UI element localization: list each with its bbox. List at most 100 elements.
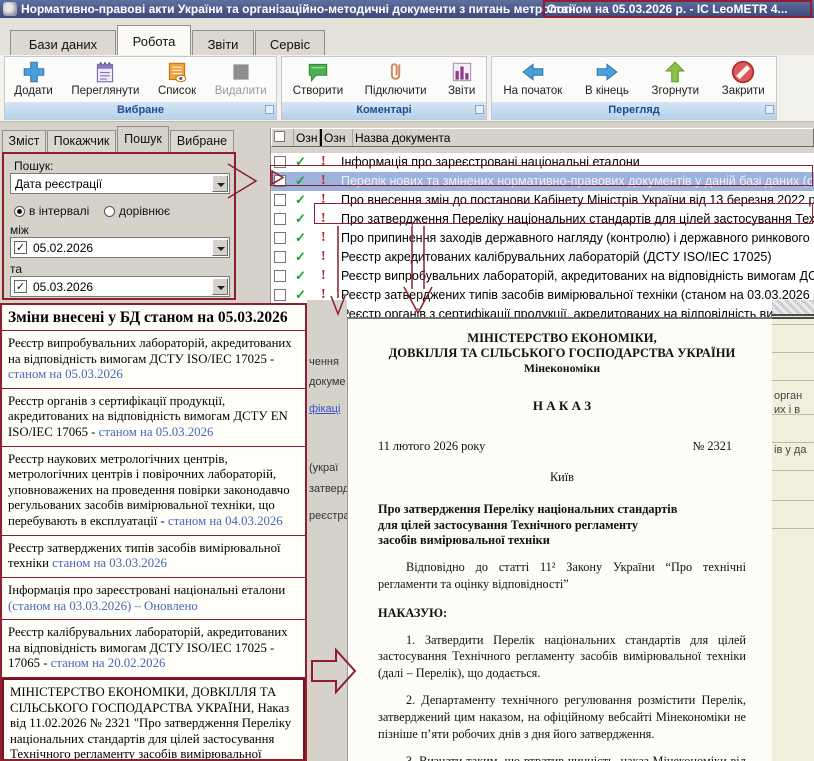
menu-tab-databases[interactable]: Бази даних [10,30,116,55]
list-item[interactable]: Реєстр калібрувальних лабораторій, акред… [2,620,305,678]
chevron-down-icon[interactable] [212,278,228,295]
background-text-fragment: орган [774,390,802,402]
add-button[interactable]: Додати [10,58,57,98]
checkbox-checked-icon[interactable]: ✓ [14,241,27,254]
row-checkbox[interactable] [274,251,286,263]
background-text-fragment: реєстра [309,510,347,522]
row-checkbox[interactable] [274,213,286,225]
document-list-header[interactable]: Озн Озн Назва документа [271,128,814,147]
checkmark-icon: ✓ [295,287,306,303]
checkbox-checked-icon[interactable]: ✓ [14,280,27,293]
document-resolve-label: НАКАЗУЮ: [378,606,746,621]
row-checkbox[interactable] [274,156,286,168]
ribbon-group-view: На початок В кінець Згорнути Закрити Пер… [491,56,777,120]
background-window-right-strip: орган их і в ів у да [772,300,814,761]
view-button[interactable]: Переглянути [67,58,143,98]
radio-dot-icon [14,206,25,217]
search-field-value: Дата реєстрації [15,177,102,191]
list-button[interactable]: Список [154,58,200,98]
document-subject: Про затвердження Переліку національних с… [378,502,746,548]
document-title: Реєстр випробувальних лабораторій, акред… [341,269,814,283]
background-text-fragment: (украї [309,462,338,474]
dialog-launcher-icon[interactable] [265,105,274,114]
list-item-highlighted[interactable]: МІНІСТЕРСТВО ЕКОНОМІКИ, ДОВКІЛЛЯ ТА СІЛЬ… [2,678,305,761]
row-checkbox[interactable] [274,270,286,282]
ribbon-group-caption: Коментарі [282,102,486,119]
tab-search[interactable]: Пошук [117,126,169,152]
radio-dot-icon [104,206,115,217]
radio-equals[interactable]: дорівнює [104,204,170,218]
menu-tab-reports[interactable]: Звіти [192,30,254,55]
exclamation-icon: ! [321,249,326,265]
document-title: Про затвердження Переліку національних с… [341,212,814,226]
close-button[interactable]: Закрити [718,58,769,98]
document-preview: МІНІСТЕРСТВО ЕКОНОМІКИ, ДОВКІЛЛЯ ТА СІЛЬ… [347,317,772,761]
main-area: Зміст Покажчик Пошук Вибране Пошук: Дата… [0,122,814,761]
background-text-fragment: чення [309,356,339,368]
document-paragraph: 1. Затвердити Перелік національних станд… [378,632,746,682]
table-row[interactable]: ✓!Інформація про зареєстровані національ… [271,153,814,172]
date-to-combobox[interactable]: ✓ 05.03.2026 [10,276,230,297]
chevron-down-icon[interactable] [212,175,228,192]
document-list: Озн Озн Назва документа ✓!Інформація про… [270,128,814,318]
row-checkbox[interactable] [274,232,286,244]
table-row[interactable]: ✓!Про припинення заходів державного нагл… [271,229,814,248]
date-to-value: 05.03.2026 [33,280,93,294]
chevron-down-icon[interactable] [212,239,228,256]
checkbox-icon[interactable] [274,131,285,142]
background-text-fragment: затверд [309,483,347,495]
exclamation-icon: ! [321,268,326,284]
row-checkbox[interactable] [274,175,286,187]
list-item[interactable]: Реєстр наукових метрологічних центрів, м… [2,447,305,536]
create-comment-button[interactable]: Створити [289,58,347,98]
go-first-button[interactable]: На початок [499,58,566,98]
header-mark1[interactable]: Озн [294,129,320,146]
exclamation-icon: ! [321,211,326,227]
document-order-label: Н А К А З [378,398,746,414]
document-title: Про внесення змін до постанови Кабінету … [341,193,814,207]
add-plus-icon [21,59,47,85]
header-checkbox-cell[interactable] [272,129,294,146]
list-item[interactable]: Реєстр органів з сертифікації продукції,… [2,389,305,447]
menu-tab-work[interactable]: Робота [117,25,191,55]
checkmark-icon: ✓ [295,230,306,246]
row-checkbox[interactable] [274,194,286,206]
table-row[interactable]: ✓! Реєстр випробувальних лабораторій, акр… [271,267,814,286]
tab-contents[interactable]: Зміст [2,130,46,152]
comment-reports-button[interactable]: Звіти [444,58,479,98]
checkmark-icon: ✓ [295,192,306,208]
row-checkbox[interactable] [274,289,286,301]
search-field-combobox[interactable]: Дата реєстрації [10,173,230,194]
header-document-name[interactable]: Назва документа [353,129,813,146]
date-from-combobox[interactable]: ✓ 05.02.2026 [10,237,230,258]
radio-in-interval[interactable]: в інтервалі [14,204,89,218]
ribbon-toolbar: Додати Переглянути Список Видалити Вибра… [0,55,814,122]
close-circle-icon [730,59,756,85]
table-row-selected[interactable]: ✓!Перелік нових та змінених нормативно-п… [271,172,814,191]
dialog-launcher-icon[interactable] [765,105,774,114]
document-date: 11 лютого 2026 року [378,439,485,454]
checkmark-icon: ✓ [295,268,306,284]
list-item[interactable]: Реєстр випробувальних лабораторій, акред… [2,331,305,389]
document-title: Перелік нових та змінених нормативно-пра… [341,174,814,188]
dialog-launcher-icon[interactable] [475,105,484,114]
collapse-button[interactable]: Згорнути [648,58,703,98]
table-row[interactable]: ✓!Про внесення змін до постанови Кабінет… [271,191,814,210]
go-last-button[interactable]: В кінець [581,58,633,98]
list-item[interactable]: Інформація про зареєстровані національні… [2,578,305,620]
attach-comment-button[interactable]: Підключити [361,58,431,98]
tab-favorites[interactable]: Вибране [170,130,234,152]
hatched-band [772,300,814,314]
table-row[interactable]: ✓!Реєстр затверджених типів засобів вимі… [271,286,814,305]
table-row[interactable]: ✓!Про затвердження Переліку національних… [271,210,814,229]
title-bar: Нормативно-правові акти України та орган… [0,0,814,18]
application-window: Нормативно-правові акти України та орган… [0,0,814,761]
table-row[interactable]: ✓!Реєстр акредитованих калібрувальних ла… [271,248,814,267]
document-paragraph: 3. Визнати таким, що втратив чинність, н… [378,753,746,761]
changes-panel: Зміни внесені у БД станом на 05.03.2026 … [0,303,307,761]
tab-index[interactable]: Покажчик [47,130,116,152]
header-mark2[interactable]: Озн [320,129,353,146]
background-text-fragment: ів у да [774,444,806,456]
list-item[interactable]: Реєстр затверджених типів засобів вимірю… [2,536,305,578]
menu-tab-service[interactable]: Сервіс [255,30,325,55]
